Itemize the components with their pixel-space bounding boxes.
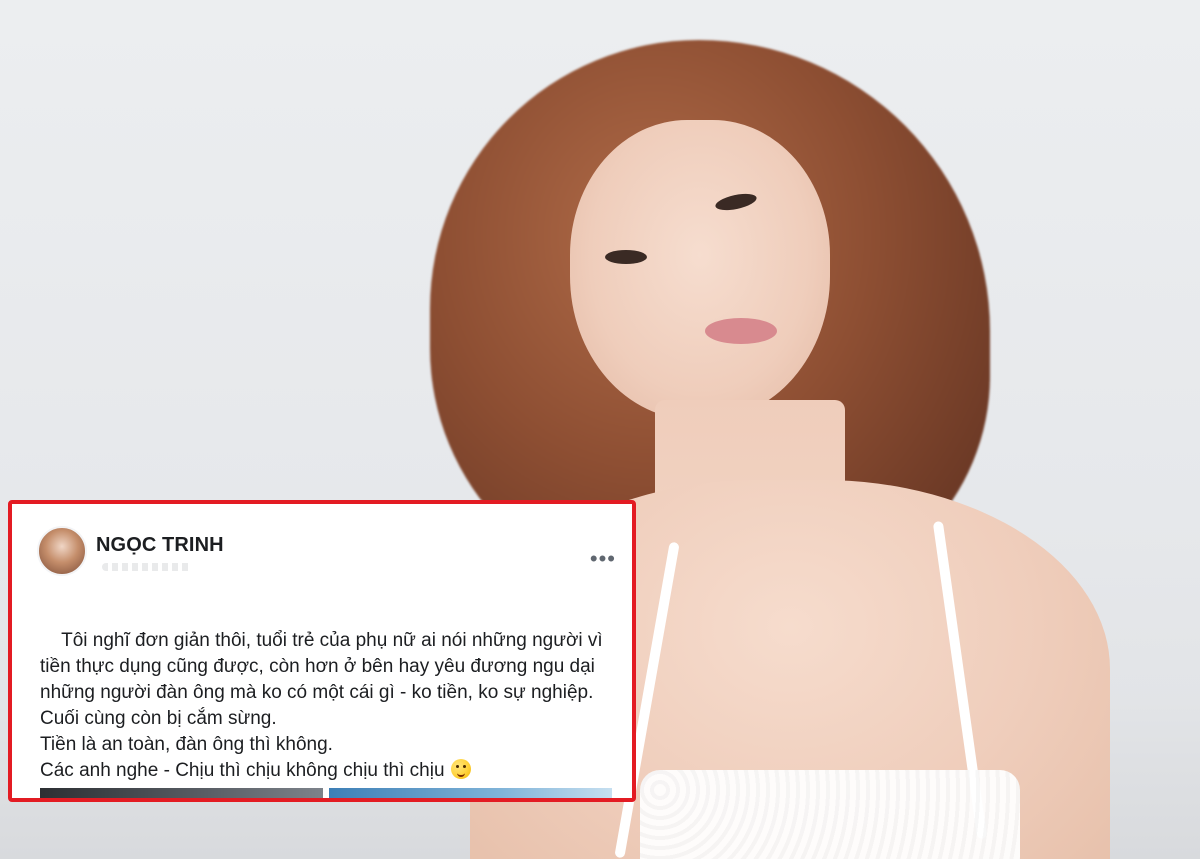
- laughing-emoji-icon: [450, 759, 471, 779]
- post-body: Tôi nghĩ đơn giản thôi, tuổi trẻ của phụ…: [40, 602, 620, 798]
- post-header: NGỌC TRINH •••: [12, 504, 632, 594]
- face: [570, 120, 830, 420]
- lace-top: [640, 770, 1020, 859]
- lips: [705, 318, 777, 344]
- post-text: Tôi nghĩ đơn giản thôi, tuổi trẻ của phụ…: [40, 630, 603, 781]
- facebook-post-card: NGỌC TRINH ••• Tôi nghĩ đơn giản thôi, t…: [8, 500, 636, 802]
- post-media-preview[interactable]: [40, 788, 612, 798]
- more-options-icon[interactable]: •••: [590, 548, 616, 570]
- author-name[interactable]: NGỌC TRINH: [96, 534, 224, 557]
- media-thumbnail[interactable]: [329, 788, 612, 798]
- post-timestamp-placeholder: [102, 563, 192, 571]
- left-eye: [605, 250, 647, 264]
- author-avatar[interactable]: [37, 526, 87, 576]
- media-thumbnail[interactable]: [40, 788, 323, 798]
